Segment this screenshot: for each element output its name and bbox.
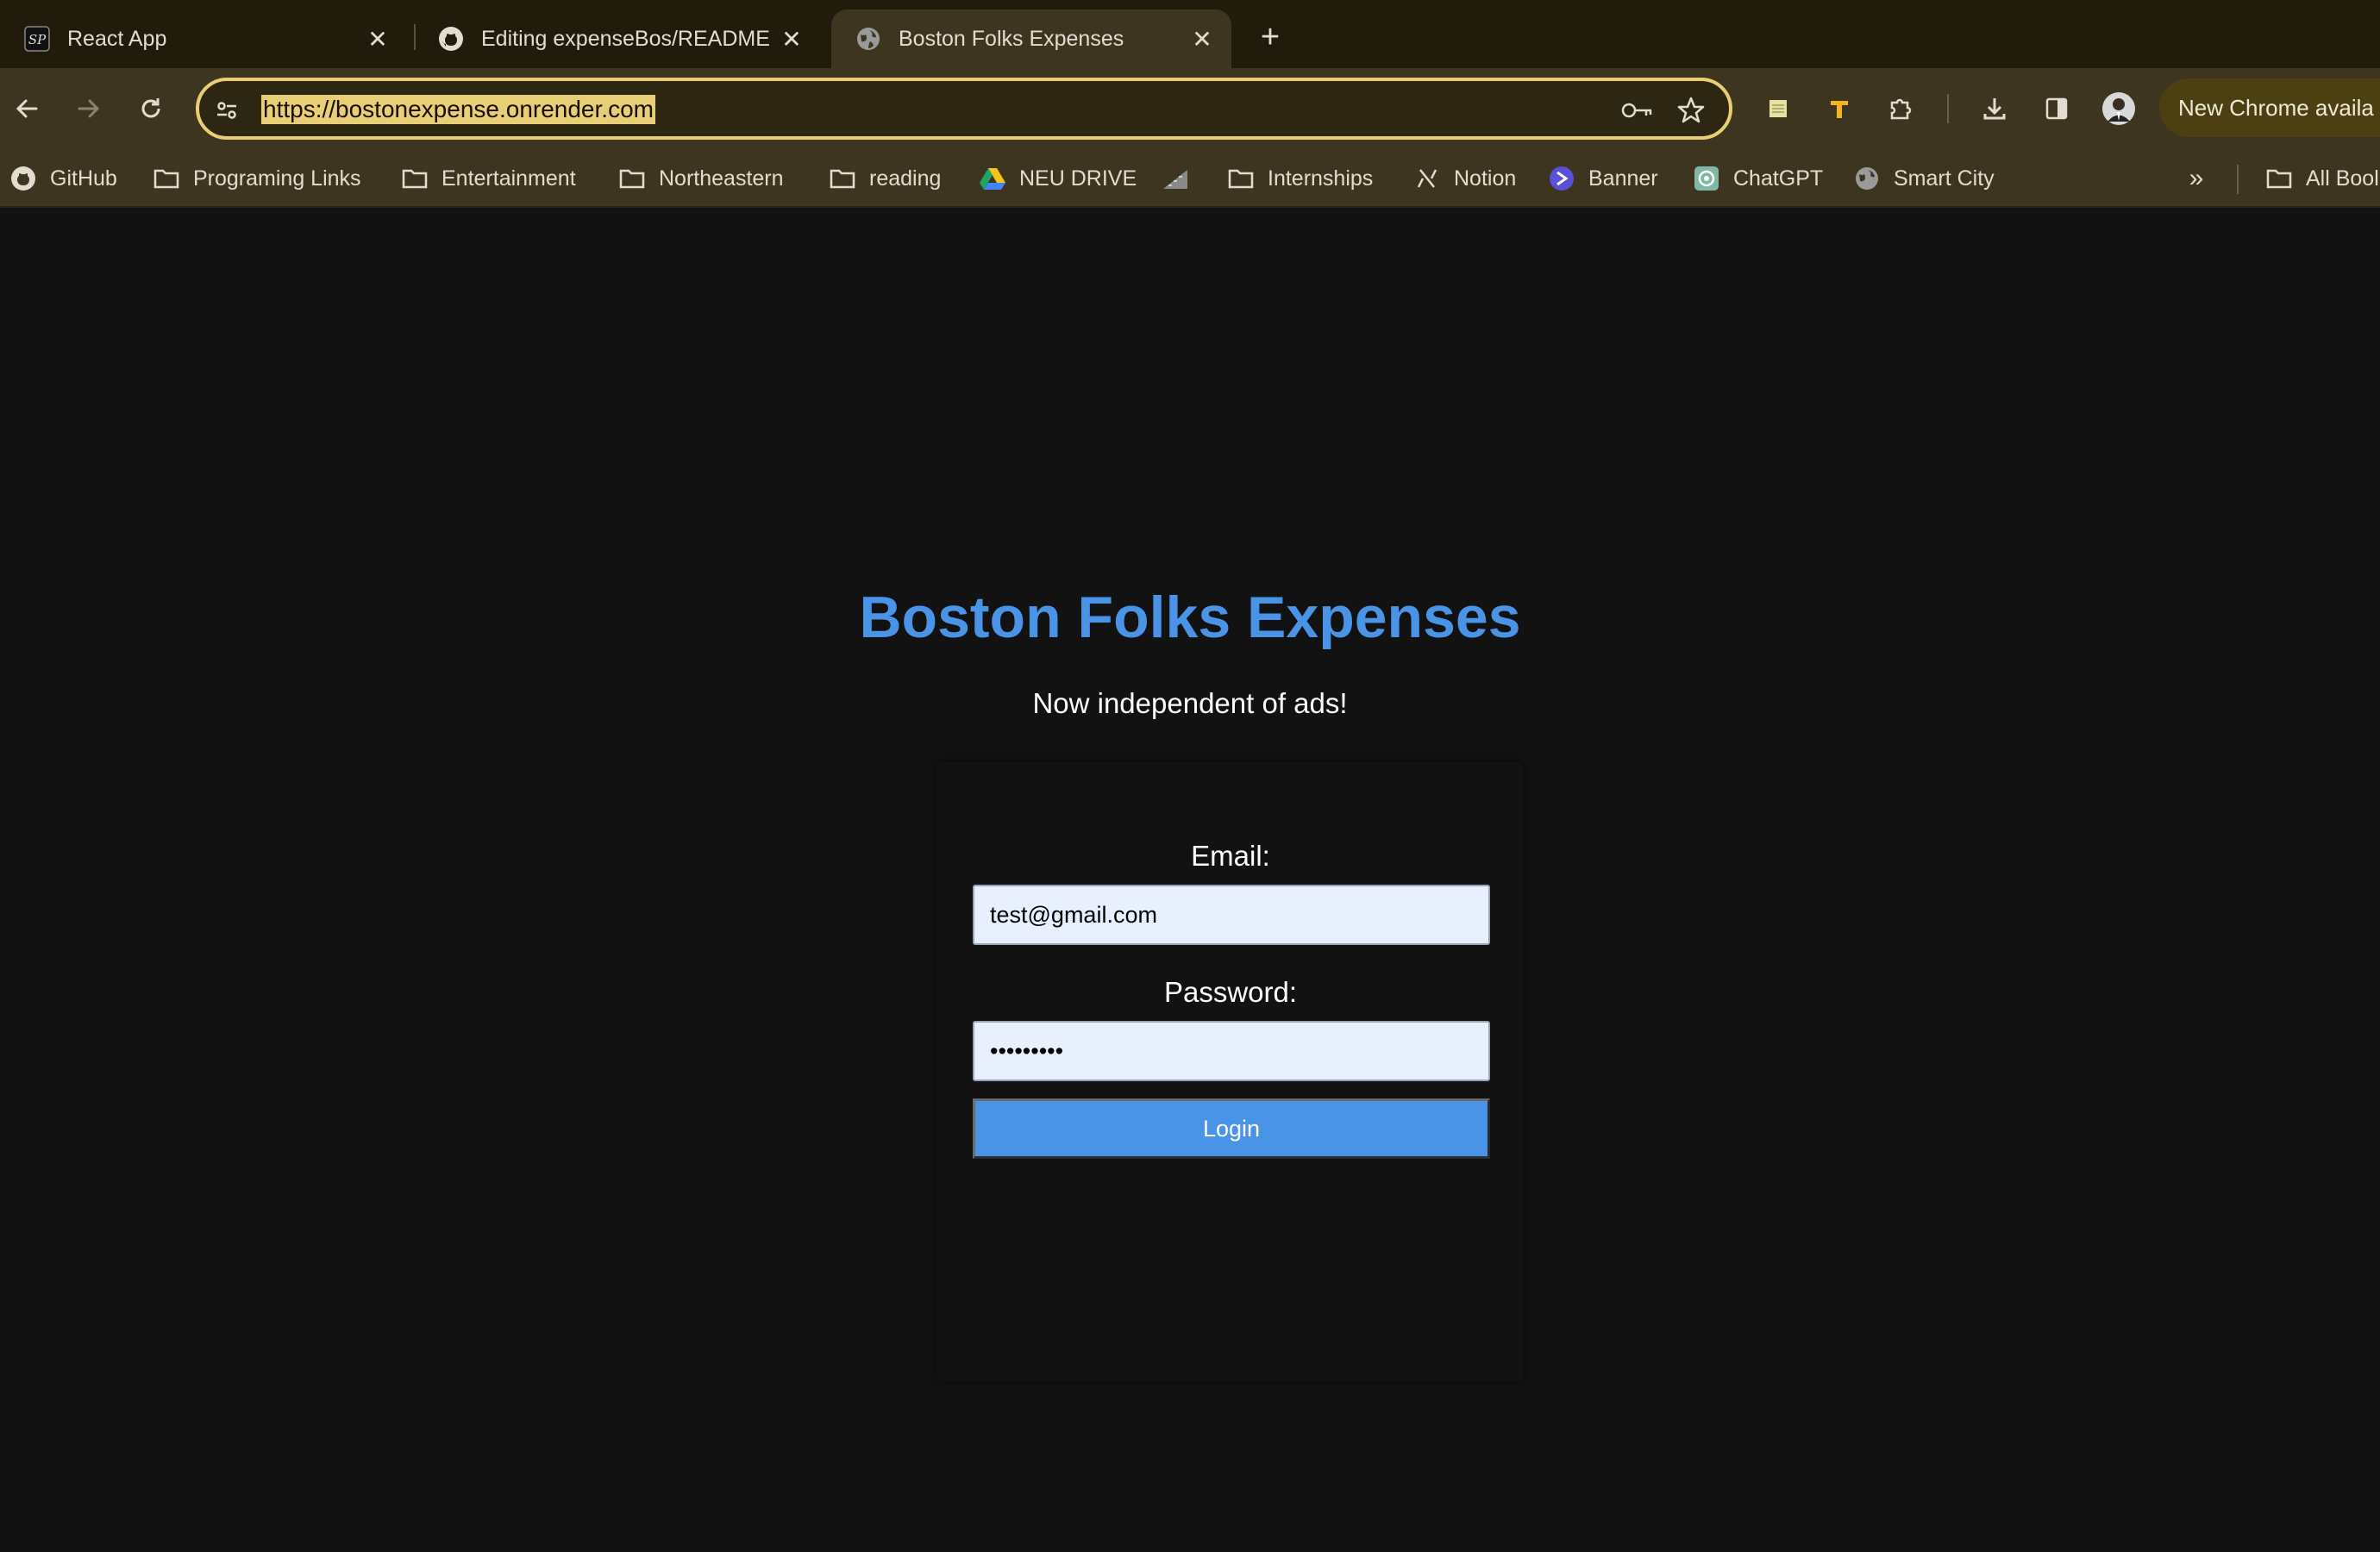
bookmark-northeastern[interactable]: Northeastern <box>617 161 784 196</box>
tab-strip: SP React App ✕ Editing expenseBos/README… <box>0 0 2380 68</box>
password-input[interactable] <box>973 1021 1490 1081</box>
globe-icon <box>1852 164 1882 193</box>
forward-button[interactable] <box>67 87 110 130</box>
folder-icon <box>1226 164 1256 193</box>
bookmark-internships[interactable]: Internships <box>1226 161 1373 196</box>
password-label: Password: <box>1163 976 1298 1008</box>
bookmark-all-bookmarks[interactable]: All Bool <box>2264 161 2379 196</box>
close-tab-icon[interactable]: ✕ <box>360 22 395 56</box>
folder-icon <box>152 164 181 193</box>
bookmark-label: Programing Links <box>193 166 361 191</box>
page-tagline: Now independent of ads! <box>1032 687 1348 719</box>
more-bookmarks-button[interactable]: » <box>2182 161 2223 196</box>
side-panel-icon[interactable] <box>2035 87 2078 130</box>
page-title: Boston Folks Expenses <box>859 585 1521 650</box>
tab-title: React App <box>67 26 167 51</box>
banner-icon <box>1547 164 1576 193</box>
close-tab-icon[interactable]: ✕ <box>774 22 809 56</box>
bookmarks-bar: GitHub Programing Links Entertainment No… <box>0 149 2380 208</box>
github-icon <box>438 26 464 52</box>
tab-title: Editing expenseBos/README <box>481 26 770 51</box>
bookmark-github[interactable]: GitHub <box>9 161 117 196</box>
folder-icon <box>400 164 429 193</box>
folder-icon <box>828 164 857 193</box>
bookmark-label: reading <box>869 166 942 191</box>
bookmark-chatgpt[interactable]: ChatGPT <box>1692 161 1823 196</box>
notion-icon <box>1412 164 1442 193</box>
toolbar-divider <box>1947 94 1949 123</box>
address-bar[interactable]: https://bostonexpense.onrender.com <box>196 78 1732 140</box>
stairs-icon <box>1161 164 1190 193</box>
download-icon[interactable] <box>1973 87 2016 130</box>
bookmark-star-icon[interactable] <box>1674 93 1708 128</box>
site-settings-icon[interactable] <box>210 93 244 128</box>
extension-t-icon[interactable] <box>1818 87 1861 130</box>
back-button[interactable] <box>5 87 48 130</box>
page-content: Boston Folks Expenses Now independent of… <box>0 209 2380 1552</box>
bookmark-label: Notion <box>1454 166 1517 191</box>
bookmark-banner[interactable]: Banner <box>1547 161 1658 196</box>
reload-button[interactable] <box>129 87 172 130</box>
extensions-puzzle-icon[interactable] <box>1880 87 1923 130</box>
bookmark-reading[interactable]: reading <box>828 161 941 196</box>
bookmark-label: GitHub <box>50 166 117 191</box>
password-key-icon[interactable] <box>1620 93 1655 128</box>
login-form: Email: Password: Login <box>937 762 1524 1381</box>
login-button[interactable]: Login <box>973 1098 1490 1159</box>
email-input[interactable] <box>973 885 1490 945</box>
tab-react-app[interactable]: SP React App ✕ <box>0 9 407 68</box>
tab-editing-readme[interactable]: Editing expenseBos/README ✕ <box>414 9 821 68</box>
bookmark-label: Smart City <box>1894 166 1995 191</box>
tab-boston-folks-expenses[interactable]: Boston Folks Expenses ✕ <box>831 9 1231 68</box>
folder-icon <box>2264 164 2294 193</box>
profile-avatar[interactable] <box>2097 87 2140 130</box>
bookmark-notion[interactable]: Notion <box>1412 161 1516 196</box>
bookmark-label: Northeastern <box>659 166 784 191</box>
svg-text:SP: SP <box>28 32 47 47</box>
globe-icon <box>855 26 881 52</box>
bookmark-neu-drive[interactable]: NEU DRIVE <box>978 161 1137 196</box>
google-drive-icon <box>978 164 1007 193</box>
bookmark-label: Internships <box>1268 166 1374 191</box>
folder-icon <box>617 164 647 193</box>
browser-toolbar: https://bostonexpense.onrender.com New C… <box>0 68 2380 149</box>
email-label: Email: <box>1191 840 1270 872</box>
tab-title: Boston Folks Expenses <box>899 26 1124 51</box>
extension-notes-icon[interactable] <box>1757 87 1800 130</box>
github-icon <box>9 164 38 193</box>
bookmark-stairs[interactable] <box>1161 161 1202 196</box>
new-tab-button[interactable]: + <box>1249 16 1292 59</box>
bookmark-entertainment[interactable]: Entertainment <box>400 161 576 196</box>
bookmark-label: NEU DRIVE <box>1019 166 1137 191</box>
url-text[interactable]: https://bostonexpense.onrender.com <box>261 95 655 124</box>
bookmark-label: Banner <box>1588 166 1658 191</box>
update-chrome-button[interactable]: New Chrome availa <box>2159 78 2380 137</box>
chatgpt-icon <box>1692 164 1721 193</box>
sp-logo-icon: SP <box>24 26 50 52</box>
bookmark-smart-city[interactable]: Smart City <box>1852 161 1995 196</box>
bookmark-label: ChatGPT <box>1733 166 1824 191</box>
bookmark-programing-links[interactable]: Programing Links <box>152 161 361 196</box>
bookmarks-divider <box>2237 165 2239 194</box>
bookmark-label: Entertainment <box>442 166 576 191</box>
chevron-double-right-icon: » <box>2189 164 2204 192</box>
close-tab-icon[interactable]: ✕ <box>1185 22 1219 56</box>
bookmark-label: All Bool <box>2306 166 2379 191</box>
